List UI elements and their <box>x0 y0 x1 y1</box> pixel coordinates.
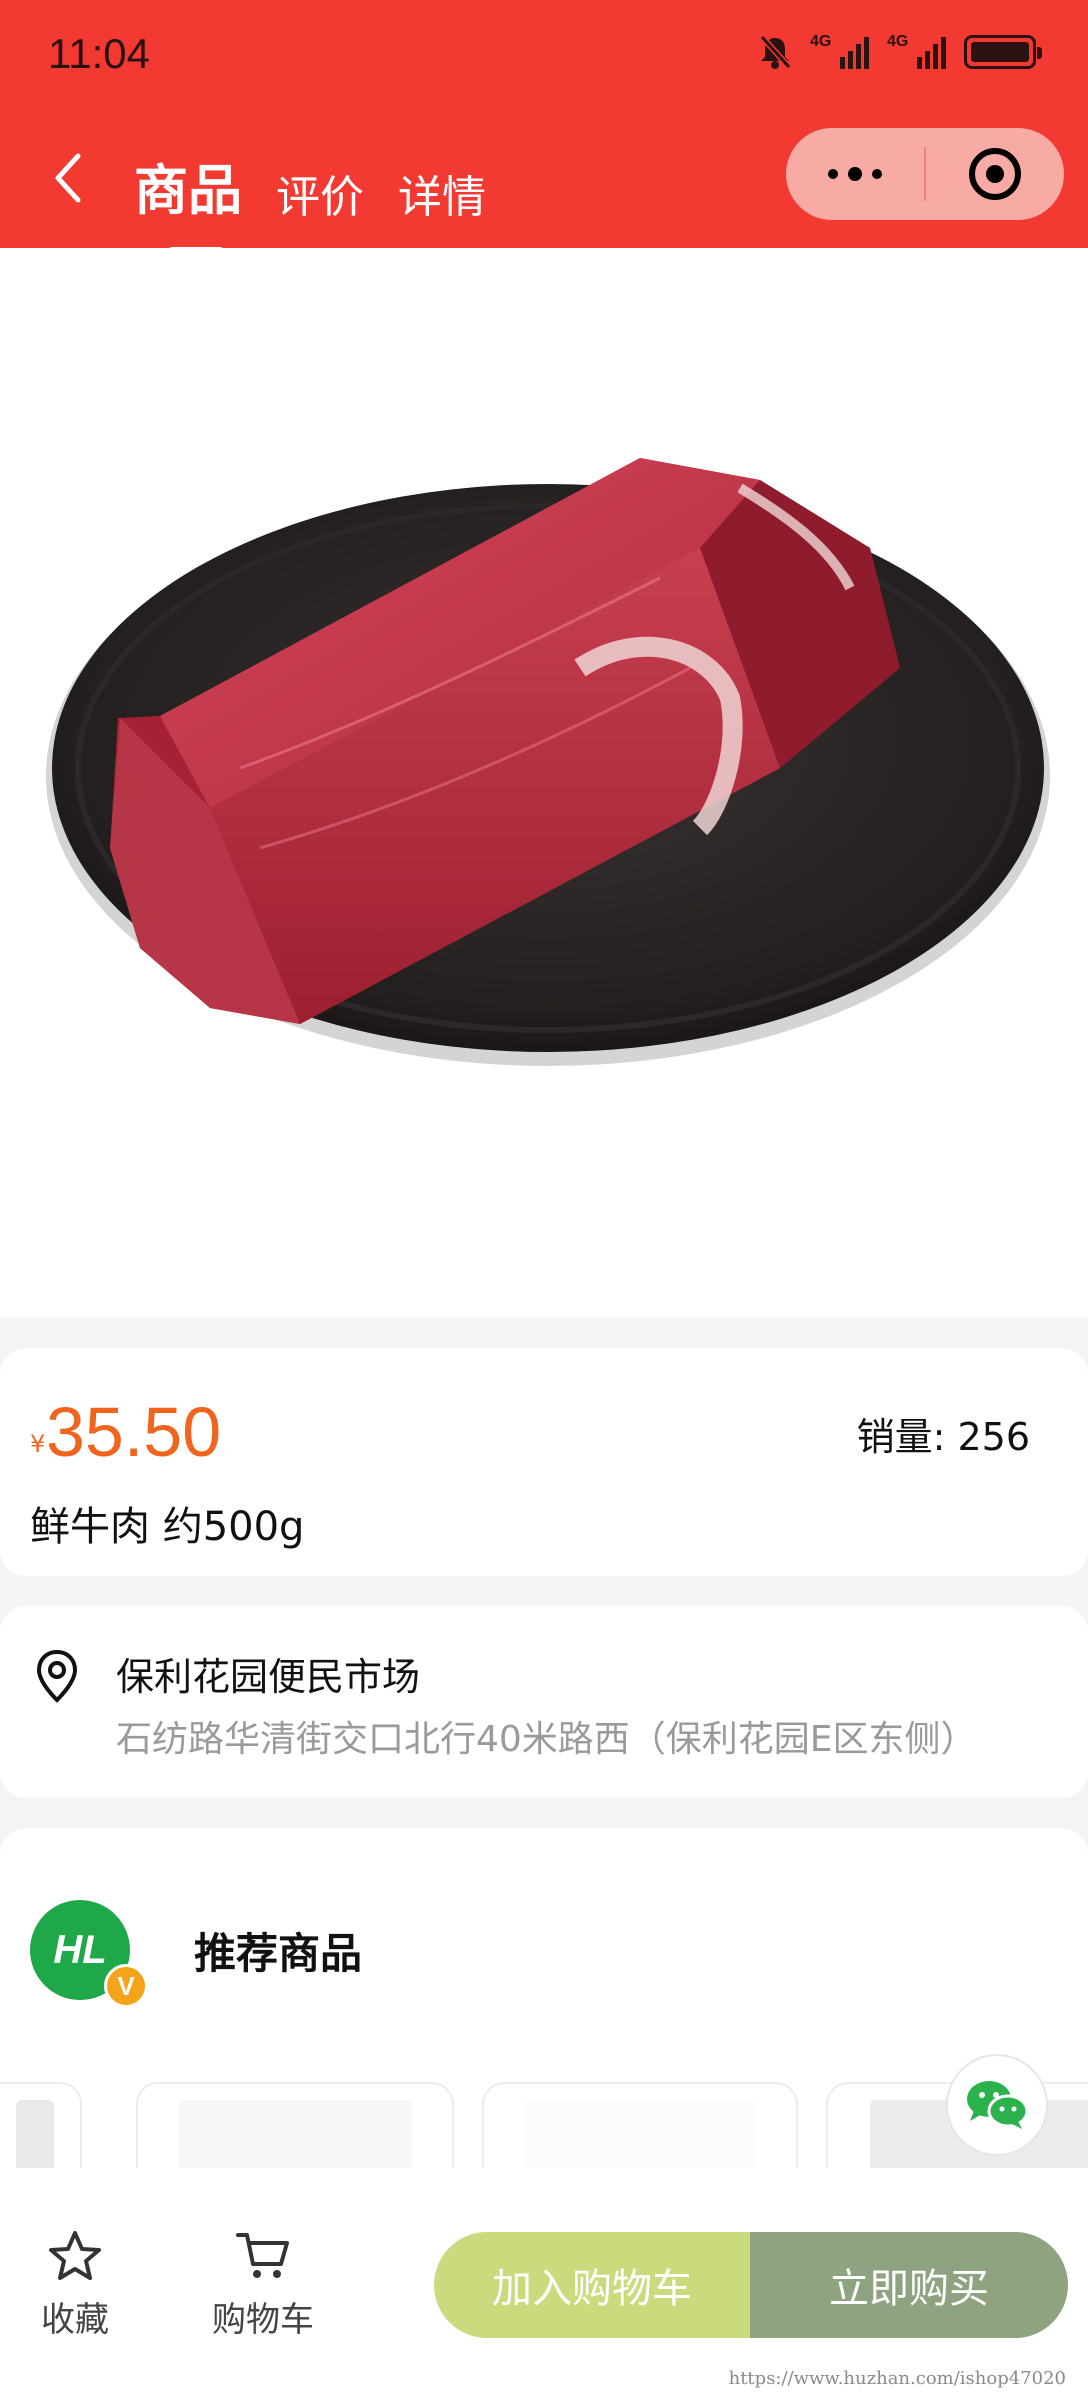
store-address: 石纺路华清街交口北行40米路西（保利花园E区东侧） <box>116 1719 977 1760</box>
store-address-card[interactable]: 保利花园便民市场 石纺路华清街交口北行40米路西（保利花园E区东侧） <box>0 1606 1088 1798</box>
recommend-card: HL V 推荐商品 <box>0 1828 1088 2194</box>
more-dots-icon <box>828 167 882 181</box>
wechat-share-button[interactable] <box>946 2054 1048 2156</box>
star-icon <box>49 2231 101 2280</box>
watermark: https://www.huzhan.com/ishop47020 <box>728 2368 1066 2389</box>
product-name: 鲜牛肉 约500g <box>30 1504 305 1550</box>
target-circle-icon <box>969 148 1021 200</box>
product-image <box>0 248 1088 1318</box>
wechat-icon <box>967 2081 1029 2129</box>
add-to-cart-button[interactable]: 加入购物车 <box>434 2232 750 2338</box>
status-icons: 4G 4G <box>758 33 1042 70</box>
recommend-title: 推荐商品 <box>194 1929 363 1978</box>
product-price: 35.50 <box>46 1393 222 1471</box>
battery-icon <box>964 35 1042 69</box>
cart-button[interactable]: 购物车 <box>188 2230 338 2341</box>
cart-icon <box>236 2233 289 2278</box>
sales-count: 销量: 256 <box>856 1415 1030 1459</box>
currency-symbol: ¥ <box>30 1430 46 1458</box>
bottom-action-bar: 收藏 购物车 加入购物车 立即购买 https://www.huzhan.com… <box>0 2168 1088 2400</box>
tab-reviews[interactable]: 评价 <box>276 161 364 225</box>
status-time: 11:04 <box>48 30 150 77</box>
more-button[interactable] <box>786 128 924 220</box>
favorite-button[interactable]: 收藏 <box>0 2230 150 2341</box>
header: 11:04 4G 4G 商品 评价 详情 <box>0 0 1088 255</box>
signal-icon-2: 4G <box>887 33 946 69</box>
favorite-label: 收藏 <box>41 2300 109 2340</box>
tab-bar: 商品 评价 详情 <box>134 146 486 255</box>
close-miniprogram-button[interactable] <box>926 128 1064 220</box>
location-pin-icon <box>36 1649 78 1703</box>
beef-photo <box>46 458 1050 1066</box>
price-card: ¥ 35.50 销量: 256 鲜牛肉 约500g <box>0 1348 1088 1576</box>
back-arrow-icon[interactable] <box>50 148 86 208</box>
miniprogram-capsule <box>786 128 1064 220</box>
tab-product[interactable]: 商品 <box>134 146 242 255</box>
bell-muted-icon <box>759 34 792 70</box>
store-name: 保利花园便民市场 <box>116 1655 421 1699</box>
signal-icon: 4G <box>810 33 869 69</box>
tab-details[interactable]: 详情 <box>398 161 486 225</box>
verified-badge: V <box>104 1964 148 2008</box>
buy-now-button[interactable]: 立即购买 <box>750 2232 1068 2338</box>
cart-label: 购物车 <box>212 2300 314 2340</box>
